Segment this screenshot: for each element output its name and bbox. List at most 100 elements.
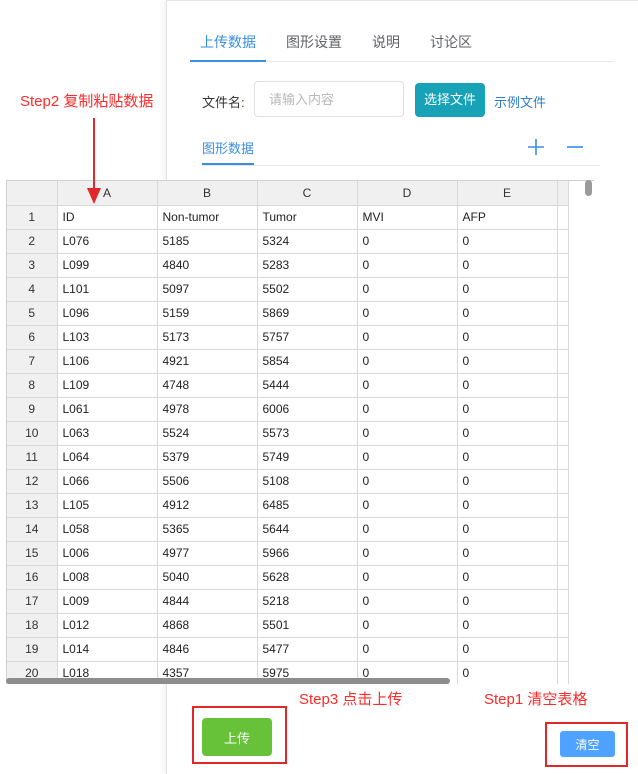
column-header[interactable]: B [157, 181, 258, 206]
table-cell[interactable]: 4846 [157, 637, 258, 662]
table-cell[interactable]: 6485 [257, 493, 358, 518]
table-cell[interactable] [557, 325, 569, 350]
table-cell[interactable] [557, 637, 569, 662]
table-cell[interactable]: 0 [457, 277, 558, 302]
row-header[interactable]: 13 [7, 493, 58, 518]
table-cell[interactable]: L064 [57, 445, 158, 470]
table-cell[interactable] [557, 229, 569, 254]
table-cell[interactable] [557, 421, 569, 446]
table-cell[interactable]: 5757 [257, 325, 358, 350]
table-cell[interactable]: 0 [457, 469, 558, 494]
table-cell[interactable]: 0 [457, 565, 558, 590]
spreadsheet[interactable]: A B C D E 1 ID Non-tumor Tumor MVI AFP 2 L076 51… [6, 180, 594, 684]
table-cell[interactable]: 0 [457, 661, 558, 684]
table-cell[interactable]: L096 [57, 301, 158, 326]
clear-button[interactable]: 清空 [560, 731, 615, 757]
table-cell[interactable]: 0 [457, 325, 558, 350]
table-cell[interactable]: L058 [57, 517, 158, 542]
table-cell[interactable]: 4912 [157, 493, 258, 518]
table-cell[interactable]: 0 [357, 613, 458, 638]
table-cell[interactable]: 5749 [257, 445, 358, 470]
table-cell[interactable]: 4921 [157, 349, 258, 374]
file-name-input[interactable] [254, 81, 404, 117]
table-cell[interactable]: 0 [457, 493, 558, 518]
table-cell[interactable]: L061 [57, 397, 158, 422]
table-cell[interactable]: 0 [457, 349, 558, 374]
table-cell[interactable] [557, 469, 569, 494]
table-cell[interactable]: 6006 [257, 397, 358, 422]
row-header[interactable]: 14 [7, 517, 58, 542]
choose-file-button[interactable]: 选择文件 [415, 83, 485, 117]
table-cell[interactable]: 5185 [157, 229, 258, 254]
table-cell[interactable] [557, 301, 569, 326]
table-cell[interactable]: 0 [357, 445, 458, 470]
table-cell[interactable]: 0 [357, 229, 458, 254]
column-header[interactable]: C [257, 181, 358, 206]
table-cell[interactable]: L105 [57, 493, 158, 518]
table-cell[interactable]: 0 [357, 517, 458, 542]
table-cell[interactable]: 0 [457, 301, 558, 326]
table-cell[interactable]: AFP [457, 205, 558, 230]
table-cell[interactable]: 4868 [157, 613, 258, 638]
table-cell[interactable]: 5218 [257, 589, 358, 614]
table-cell[interactable] [557, 565, 569, 590]
table-cell[interactable]: 5869 [257, 301, 358, 326]
table-cell[interactable] [557, 373, 569, 398]
table-cell[interactable]: L066 [57, 469, 158, 494]
row-header[interactable]: 9 [7, 397, 58, 422]
column-header[interactable]: A [57, 181, 158, 206]
plus-icon[interactable] [526, 137, 546, 157]
horizontal-scroll-thumb[interactable] [6, 678, 450, 684]
table-cell[interactable]: 0 [457, 253, 558, 278]
column-header[interactable]: E [457, 181, 558, 206]
row-header[interactable]: 1 [7, 205, 58, 230]
table-cell[interactable]: 0 [457, 637, 558, 662]
table-cell[interactable]: L012 [57, 613, 158, 638]
table-cell[interactable]: 5573 [257, 421, 358, 446]
table-cell[interactable]: 5283 [257, 253, 358, 278]
table-cell[interactable]: L008 [57, 565, 158, 590]
table-cell[interactable]: L063 [57, 421, 158, 446]
table-cell[interactable]: 4840 [157, 253, 258, 278]
table-cell[interactable]: 0 [357, 253, 458, 278]
table-cell[interactable] [557, 205, 569, 230]
table-cell[interactable]: L103 [57, 325, 158, 350]
table-cell[interactable]: 0 [357, 349, 458, 374]
table-cell[interactable]: 0 [457, 613, 558, 638]
row-header[interactable]: 2 [7, 229, 58, 254]
table-cell[interactable]: 5506 [157, 469, 258, 494]
table-cell[interactable]: 5444 [257, 373, 358, 398]
table-cell[interactable]: 0 [457, 397, 558, 422]
table-cell[interactable]: Tumor [257, 205, 358, 230]
table-cell[interactable]: 4978 [157, 397, 258, 422]
table-cell[interactable]: 0 [457, 373, 558, 398]
row-header[interactable]: 11 [7, 445, 58, 470]
table-cell[interactable]: 5477 [257, 637, 358, 662]
table-cell[interactable]: L109 [57, 373, 158, 398]
table-cell[interactable] [557, 517, 569, 542]
table-cell[interactable]: 0 [457, 589, 558, 614]
table-cell[interactable] [557, 277, 569, 302]
tab-chart-settings[interactable]: 图形设置 [276, 24, 352, 62]
tab-instructions[interactable]: 说明 [362, 24, 410, 62]
table-cell[interactable]: 4748 [157, 373, 258, 398]
table-cell[interactable]: 5365 [157, 517, 258, 542]
table-cell[interactable] [557, 493, 569, 518]
table-cell[interactable] [557, 253, 569, 278]
table-cell[interactable]: 0 [357, 373, 458, 398]
table-cell[interactable]: 0 [457, 541, 558, 566]
table-cell[interactable]: 5324 [257, 229, 358, 254]
subtab-chart-data[interactable]: 图形数据 [202, 138, 255, 165]
table-cell[interactable]: 5040 [157, 565, 258, 590]
table-cell[interactable]: L006 [57, 541, 158, 566]
table-cell[interactable] [557, 541, 569, 566]
table-cell[interactable] [557, 397, 569, 422]
row-header[interactable]: 12 [7, 469, 58, 494]
table-cell[interactable]: 4844 [157, 589, 258, 614]
row-header[interactable]: 10 [7, 421, 58, 446]
row-header[interactable]: 5 [7, 301, 58, 326]
row-header[interactable]: 4 [7, 277, 58, 302]
table-cell[interactable]: 5097 [157, 277, 258, 302]
table-cell[interactable]: 0 [357, 637, 458, 662]
table-cell[interactable]: 0 [457, 229, 558, 254]
